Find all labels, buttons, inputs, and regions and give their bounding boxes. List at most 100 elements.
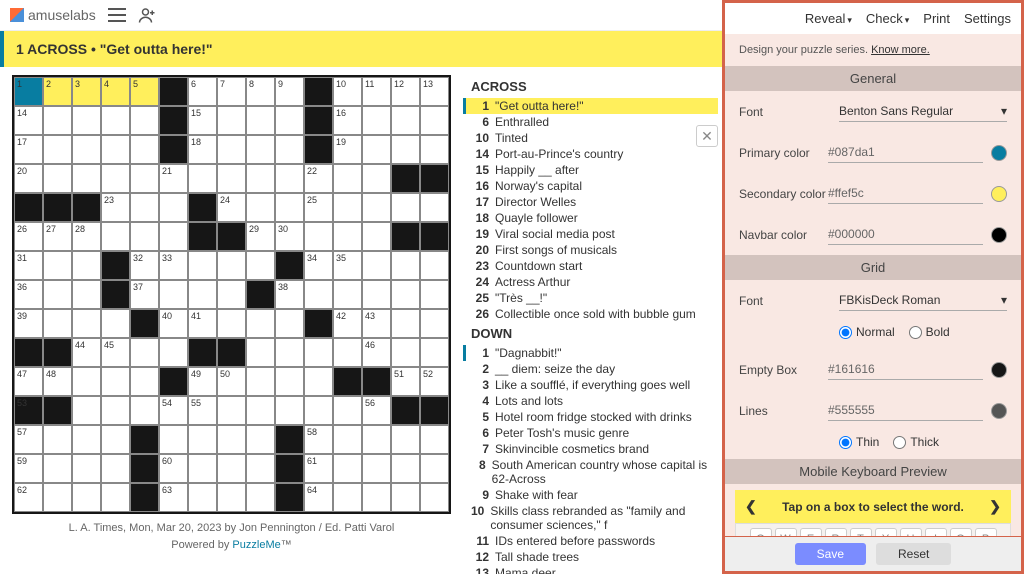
- crossword-grid[interactable]: 1234567891011121314151617181920212223242…: [12, 75, 451, 514]
- clue-row[interactable]: 26Collectible once sold with bubble gum: [463, 306, 718, 322]
- grid-cell[interactable]: 40: [159, 309, 188, 338]
- grid-cell[interactable]: 64: [304, 483, 333, 512]
- grid-cell[interactable]: [304, 280, 333, 309]
- clue-row[interactable]: 4Lots and lots: [463, 393, 718, 409]
- grid-cell[interactable]: 51: [391, 367, 420, 396]
- grid-cell[interactable]: 11: [362, 77, 391, 106]
- grid-cell[interactable]: 61: [304, 454, 333, 483]
- grid-cell[interactable]: [101, 164, 130, 193]
- grid-cell[interactable]: [362, 454, 391, 483]
- navbar-swatch[interactable]: [991, 227, 1007, 243]
- grid-cell[interactable]: [130, 483, 159, 512]
- grid-cell[interactable]: [304, 338, 333, 367]
- clue-row[interactable]: 17Director Welles: [463, 194, 718, 210]
- grid-cell[interactable]: 33: [159, 251, 188, 280]
- grid-cell[interactable]: 42: [333, 309, 362, 338]
- grid-cell[interactable]: [246, 106, 275, 135]
- clue-row[interactable]: 25"Très __!": [463, 290, 718, 306]
- grid-cell[interactable]: [43, 425, 72, 454]
- grid-cell[interactable]: 44: [72, 338, 101, 367]
- grid-cell[interactable]: 18: [188, 135, 217, 164]
- grid-cell[interactable]: [420, 193, 449, 222]
- grid-cell[interactable]: [217, 338, 246, 367]
- clue-row[interactable]: 1"Get outta here!": [463, 98, 718, 114]
- grid-cell[interactable]: [130, 425, 159, 454]
- grid-cell[interactable]: [391, 135, 420, 164]
- grid-cell[interactable]: 50: [217, 367, 246, 396]
- grid-cell[interactable]: [391, 193, 420, 222]
- grid-cell[interactable]: [391, 164, 420, 193]
- grid-cell[interactable]: [188, 483, 217, 512]
- grid-cell[interactable]: 5: [130, 77, 159, 106]
- grid-cell[interactable]: [420, 280, 449, 309]
- grid-cell[interactable]: [362, 425, 391, 454]
- grid-cell[interactable]: [391, 338, 420, 367]
- grid-cell[interactable]: [246, 483, 275, 512]
- grid-cell[interactable]: [217, 280, 246, 309]
- grid-cell[interactable]: [43, 106, 72, 135]
- grid-cell[interactable]: 20: [14, 164, 43, 193]
- grid-cell[interactable]: [188, 338, 217, 367]
- save-button[interactable]: Save: [795, 543, 866, 565]
- secondary-swatch[interactable]: [991, 186, 1007, 202]
- grid-cell[interactable]: [217, 251, 246, 280]
- clue-row[interactable]: 5Hotel room fridge stocked with drinks: [463, 409, 718, 425]
- general-font-select[interactable]: Benton Sans Regular▾: [839, 101, 1007, 122]
- grid-cell[interactable]: 14: [14, 106, 43, 135]
- grid-cell[interactable]: [304, 396, 333, 425]
- grid-cell[interactable]: [188, 425, 217, 454]
- grid-cell[interactable]: [275, 483, 304, 512]
- grid-cell[interactable]: 9: [275, 77, 304, 106]
- grid-cell[interactable]: 4: [101, 77, 130, 106]
- clue-row[interactable]: 13Mama deer: [463, 565, 718, 574]
- grid-cell[interactable]: 49: [188, 367, 217, 396]
- grid-cell[interactable]: [159, 425, 188, 454]
- clue-row[interactable]: 3Like a soufflé, if everything goes well: [463, 377, 718, 393]
- grid-cell[interactable]: 35: [333, 251, 362, 280]
- grid-cell[interactable]: 52: [420, 367, 449, 396]
- grid-cell[interactable]: 32: [130, 251, 159, 280]
- grid-cell[interactable]: [391, 396, 420, 425]
- clue-row[interactable]: 11IDs entered before passwords: [463, 533, 718, 549]
- grid-cell[interactable]: [188, 193, 217, 222]
- grid-cell[interactable]: [159, 367, 188, 396]
- grid-cell[interactable]: 59: [14, 454, 43, 483]
- grid-cell[interactable]: 10: [333, 77, 362, 106]
- grid-cell[interactable]: [275, 309, 304, 338]
- grid-cell[interactable]: [391, 454, 420, 483]
- check-menu[interactable]: Check: [866, 11, 909, 26]
- clue-row[interactable]: 7Skinvincible cosmetics brand: [463, 441, 718, 457]
- grid-cell[interactable]: 21: [159, 164, 188, 193]
- grid-cell[interactable]: [217, 396, 246, 425]
- grid-cell[interactable]: [246, 425, 275, 454]
- grid-cell[interactable]: [72, 106, 101, 135]
- grid-cell[interactable]: [391, 309, 420, 338]
- grid-cell[interactable]: [159, 193, 188, 222]
- grid-cell[interactable]: 27: [43, 222, 72, 251]
- grid-cell[interactable]: [420, 396, 449, 425]
- grid-cell[interactable]: [72, 483, 101, 512]
- print-button[interactable]: Print: [923, 11, 950, 26]
- grid-cell[interactable]: [159, 338, 188, 367]
- grid-cell[interactable]: [188, 251, 217, 280]
- grid-cell[interactable]: [130, 164, 159, 193]
- grid-cell[interactable]: [43, 454, 72, 483]
- grid-cell[interactable]: [43, 483, 72, 512]
- grid-cell[interactable]: [159, 222, 188, 251]
- grid-cell[interactable]: 22: [304, 164, 333, 193]
- grid-cell[interactable]: [304, 106, 333, 135]
- grid-cell[interactable]: 47: [14, 367, 43, 396]
- grid-cell[interactable]: [304, 77, 333, 106]
- grid-cell[interactable]: [420, 483, 449, 512]
- grid-cell[interactable]: [217, 222, 246, 251]
- secondary-color-input[interactable]: [828, 183, 983, 204]
- grid-cell[interactable]: [101, 483, 130, 512]
- grid-font-select[interactable]: FBKisDeck Roman▾: [839, 290, 1007, 311]
- clue-row[interactable]: 16Norway's capital: [463, 178, 718, 194]
- grid-cell[interactable]: 6: [188, 77, 217, 106]
- grid-cell[interactable]: [217, 106, 246, 135]
- thin-radio[interactable]: Thin: [839, 435, 879, 449]
- grid-cell[interactable]: 54: [159, 396, 188, 425]
- grid-cell[interactable]: [159, 280, 188, 309]
- clue-row[interactable]: 8South American country whose capital is…: [463, 457, 718, 487]
